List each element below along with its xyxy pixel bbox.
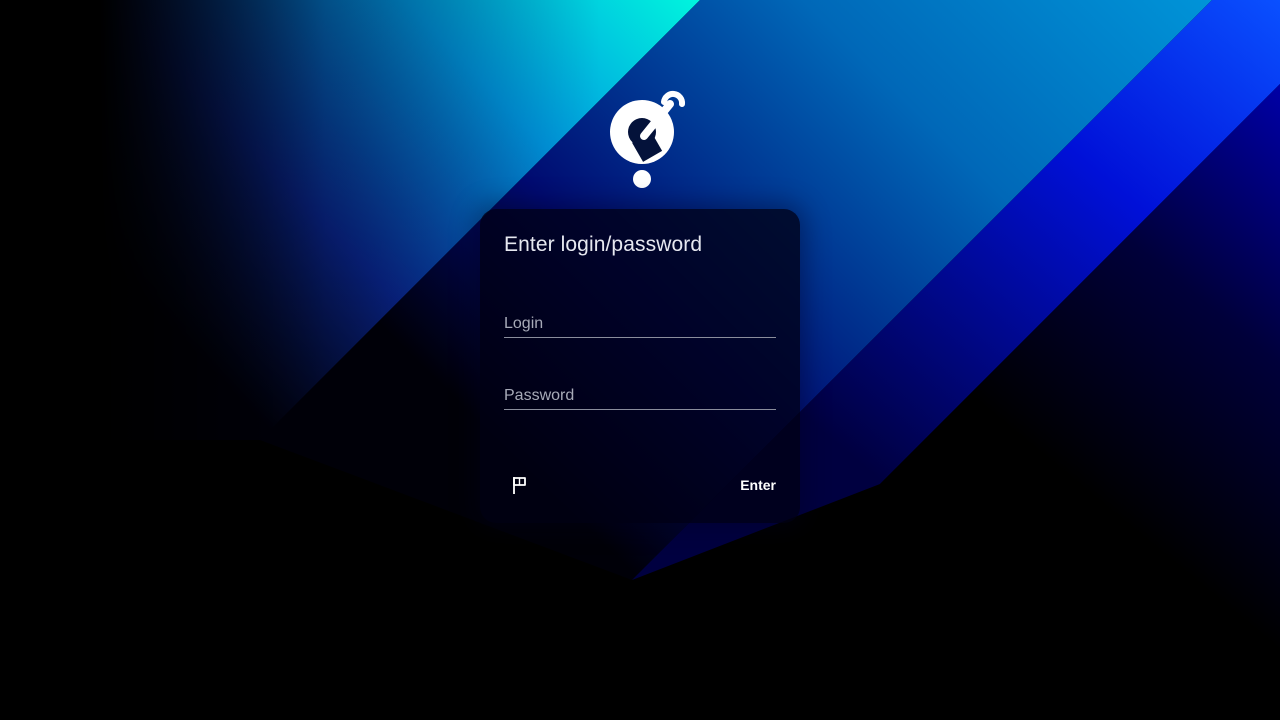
login-title: Enter login/password [504, 233, 703, 256]
login-card: Enter login/password Enter [480, 209, 800, 523]
password-field-container [504, 373, 776, 410]
enter-button[interactable]: Enter [740, 475, 776, 495]
login-input[interactable] [504, 315, 776, 333]
login-field-container [504, 301, 776, 338]
password-input[interactable] [504, 387, 776, 405]
app-logo-icon [606, 84, 694, 192]
flag-icon[interactable] [508, 473, 532, 497]
